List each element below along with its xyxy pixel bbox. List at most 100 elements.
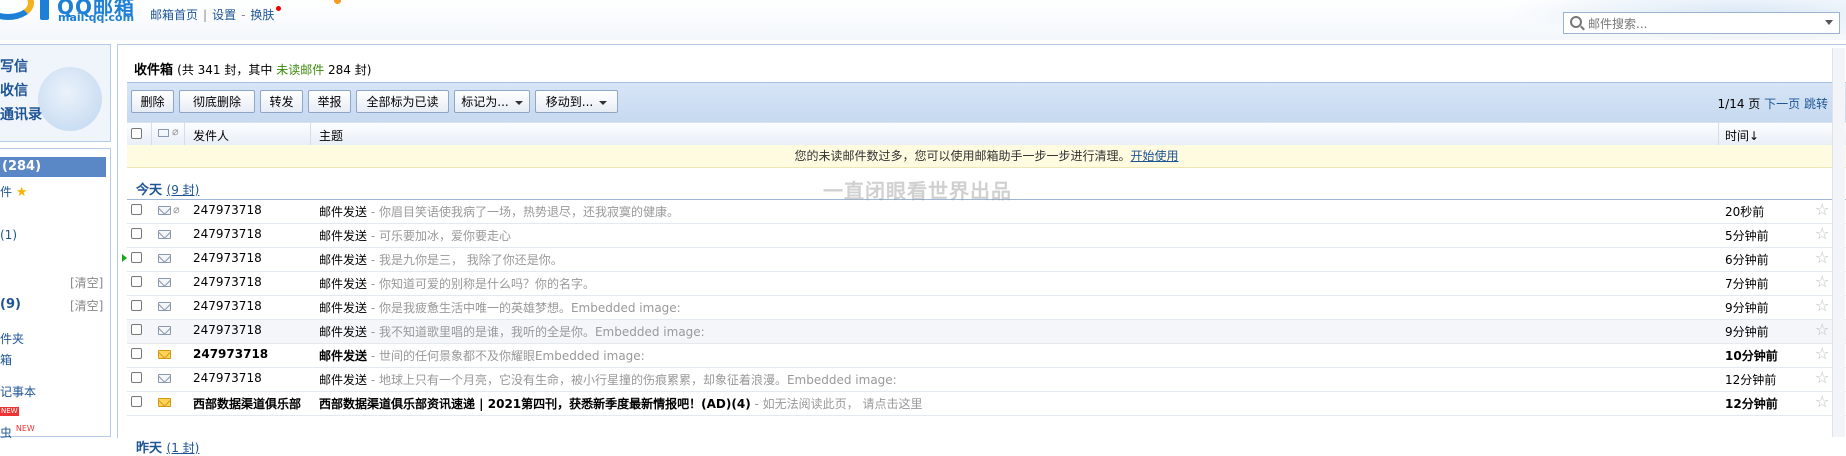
sidebar-item-notes[interactable]: 记事本: [0, 383, 36, 400]
settings-link[interactable]: 设置: [212, 8, 236, 22]
row-summary: - 可乐要加冰，爱你要走心: [367, 229, 511, 243]
logo-url[interactable]: mail.qq.com: [58, 11, 134, 24]
skin-link[interactable]: 换肤: [250, 8, 274, 22]
report-button[interactable]: 举报: [308, 90, 351, 113]
row-sender[interactable]: 247973718: [193, 251, 262, 265]
row-sender[interactable]: 247973718: [193, 299, 262, 313]
star-icon[interactable]: ☆: [1815, 320, 1829, 340]
search-input[interactable]: [1586, 14, 1820, 34]
table-row[interactable]: 247973718 邮件发送 - 我是九你是三， 我除了你还是你。 6分钟前 ☆: [122, 248, 1846, 272]
move-to-dropdown[interactable]: 移动到...: [535, 90, 618, 113]
row-summary: - 我不知道歌里唱的是谁，我听的全是你。Embedded image:: [367, 325, 705, 339]
unread-mail-link[interactable]: 未读邮件: [276, 63, 324, 77]
qq-logo-icon[interactable]: [0, 0, 34, 20]
star-icon[interactable]: ☆: [1815, 224, 1829, 244]
mark-as-dropdown[interactable]: 标记为...: [454, 90, 530, 113]
row-checkbox[interactable]: [131, 228, 142, 239]
sidebar-item-compose[interactable]: 写信: [0, 56, 28, 76]
next-page-link[interactable]: 下一页: [1764, 97, 1800, 111]
column-time[interactable]: 时间↓: [1725, 127, 1759, 144]
perm-delete-button[interactable]: 彻底删除: [179, 90, 255, 113]
sidebar-item-starred[interactable]: 件 ★: [0, 183, 28, 200]
table-row[interactable]: 247973718 邮件发送 - 世间的任何景象都不及你耀眼Embedded im…: [127, 344, 1846, 368]
group-count-link[interactable]: (1 封): [167, 441, 200, 455]
home-link[interactable]: 邮箱首页: [150, 8, 198, 22]
sidebar-item-inbox[interactable]: (284): [0, 157, 106, 177]
group-count-link[interactable]: (9 封): [167, 183, 200, 197]
row-checkbox[interactable]: [131, 300, 142, 311]
row-sender[interactable]: 247973718: [193, 371, 262, 385]
row-checkbox[interactable]: [131, 396, 142, 407]
row-checkbox[interactable]: [131, 324, 142, 335]
page-indicator: 1/14 页: [1717, 97, 1761, 111]
row-sender[interactable]: 247973718: [193, 323, 262, 337]
row-subject[interactable]: 邮件发送 - 你是我疲惫生活中唯一的英雄梦想。Embedded image:: [319, 299, 681, 316]
group-header-yesterday: 昨天 (1 封): [136, 437, 199, 456]
row-subject[interactable]: 西部数据渠道俱乐部资讯速递 | 2021第四刊，获悉新季度最新情报吧！(AD)(…: [319, 395, 922, 412]
row-subject[interactable]: 邮件发送 - 地球上只有一个月亮，它没有生命，被小行星撞的伤痕累累，却象征着浪漫…: [319, 371, 897, 388]
sidebar-item-contacts[interactable]: 通讯录: [0, 104, 42, 124]
clear-button[interactable]: [清空]: [70, 274, 103, 291]
forward-button[interactable]: 转发: [260, 90, 303, 113]
star-icon[interactable]: ☆: [1815, 344, 1829, 364]
row-time: 12分钟前: [1725, 397, 1778, 411]
row-time: 12分钟前: [1725, 373, 1777, 387]
table-row[interactable]: 西部数据渠道俱乐部 西部数据渠道俱乐部资讯速递 | 2021第四刊，获悉新季度最新…: [127, 392, 1846, 416]
star-icon[interactable]: ☆: [1815, 248, 1829, 268]
table-row[interactable]: 247973718 邮件发送 - 你是我疲惫生活中唯一的英雄梦想。Embedded…: [127, 296, 1846, 320]
notification-dot-icon: [276, 6, 282, 11]
sidebar-item-folders[interactable]: 件夹: [0, 330, 24, 347]
chevron-down-icon[interactable]: [1825, 20, 1833, 25]
row-time: 20秒前: [1725, 205, 1765, 219]
clear-spam-button[interactable]: [清空]: [70, 297, 103, 314]
envelope-icon: [158, 278, 171, 287]
sidebar-item-drafts[interactable]: (1): [0, 228, 17, 242]
row-sender[interactable]: 247973718: [193, 227, 262, 241]
search-icon[interactable]: [1570, 16, 1582, 28]
paperclip-icon: ⌀: [173, 203, 180, 216]
table-row[interactable]: 247973718 邮件发送 - 可乐要加冰，爱你要走心 5分钟前 ☆: [127, 224, 1846, 248]
table-row[interactable]: 247973718 邮件发送 - 你知道可爱的别称是什么吗？你的名字。 7分钟前 ☆: [127, 272, 1846, 296]
star-icon[interactable]: ☆: [1815, 368, 1829, 388]
row-sender[interactable]: 西部数据渠道俱乐部: [193, 395, 301, 412]
select-all-checkbox[interactable]: [131, 128, 142, 139]
group-label: 昨天: [136, 441, 163, 456]
row-checkbox[interactable]: [131, 276, 142, 287]
row-checkbox[interactable]: [131, 372, 142, 383]
start-using-link[interactable]: 开始使用: [1131, 149, 1179, 163]
row-subject[interactable]: 邮件发送 - 你知道可爱的别称是什么吗？你的名字。: [319, 275, 595, 292]
jump-page-link[interactable]: 跳转: [1804, 97, 1828, 111]
row-sender[interactable]: 247973718: [193, 347, 268, 361]
row-subject[interactable]: 邮件发送 - 我是九你是三， 我除了你还是你。: [319, 251, 563, 268]
column-sender[interactable]: 发件人: [193, 127, 229, 144]
row-sender[interactable]: 247973718: [193, 275, 262, 289]
row-subject-title: 邮件发送: [319, 253, 368, 267]
sidebar-item-app[interactable]: 虫 NEW: [0, 424, 35, 441]
star-icon[interactable]: ☆: [1815, 392, 1829, 412]
search-box[interactable]: [1563, 12, 1840, 34]
row-subject[interactable]: 邮件发送 - 可乐要加冰，爱你要走心: [319, 227, 511, 244]
mark-all-read-button[interactable]: 全部标为已读: [356, 90, 449, 113]
paperclip-icon[interactable]: ⌀: [172, 125, 179, 138]
sidebar-item-receive[interactable]: 收信: [0, 80, 28, 100]
row-checkbox[interactable]: [131, 348, 142, 359]
row-sender[interactable]: 247973718: [193, 203, 262, 217]
delete-button[interactable]: 删除: [131, 90, 174, 113]
sidebar-item-new-app[interactable]: NEW: [0, 407, 19, 421]
sidebar-item-subscriptions[interactable]: 箱: [0, 351, 12, 368]
row-subject[interactable]: 邮件发送 - 我不知道歌里唱的是谁，我听的全是你。Embedded image:: [319, 323, 705, 340]
envelope-icon[interactable]: [158, 129, 169, 137]
star-icon[interactable]: ☆: [1815, 296, 1829, 316]
table-row[interactable]: 247973718 邮件发送 - 我不知道歌里唱的是谁，我听的全是你。Embedd…: [127, 320, 1846, 344]
group-header-today: 今天 (9 封): [136, 179, 199, 198]
column-subject[interactable]: 主题: [319, 127, 343, 144]
star-icon[interactable]: ☆: [1815, 200, 1829, 220]
row-checkbox[interactable]: [131, 252, 142, 263]
sidebar-item-spam[interactable]: (9): [0, 297, 21, 312]
table-row[interactable]: 247973718 邮件发送 - 地球上只有一个月亮，它没有生命，被小行星撞的伤痕…: [127, 368, 1846, 392]
vertical-scrollbar[interactable]: [1832, 48, 1845, 437]
star-icon[interactable]: ☆: [1815, 272, 1829, 292]
row-subject[interactable]: 邮件发送 - 你眉目笑语使我病了一场，热势退尽，还我寂寞的健康。: [319, 203, 679, 220]
row-subject[interactable]: 邮件发送 - 世间的任何景象都不及你耀眼Embedded image:: [319, 347, 645, 364]
row-checkbox[interactable]: [131, 204, 142, 215]
